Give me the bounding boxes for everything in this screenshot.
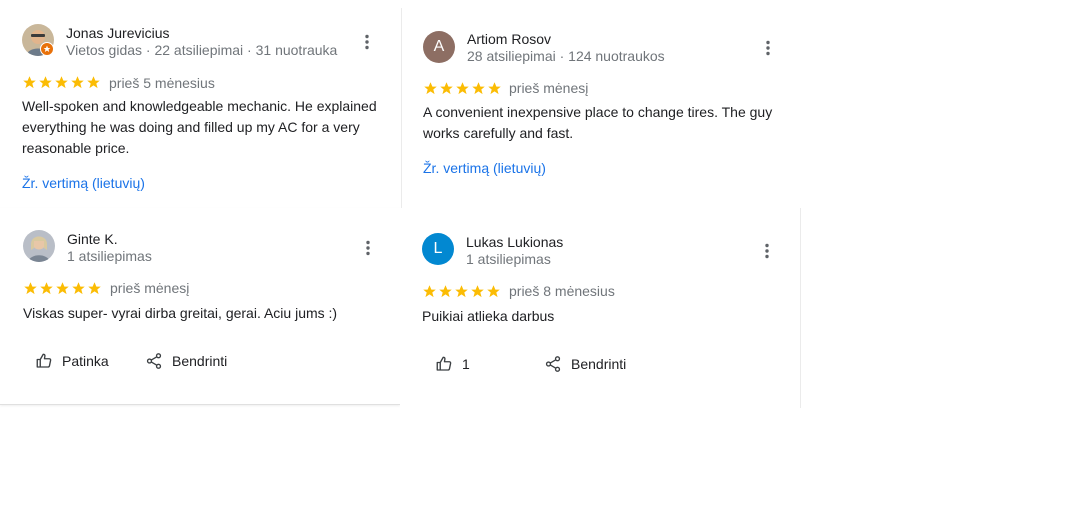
review-time: prieš 8 mėnesius — [509, 283, 615, 299]
review-text: Viskas super- vyrai dirba greitai, gerai… — [23, 305, 338, 321]
more-options-icon[interactable] — [757, 241, 777, 261]
star-rating — [23, 281, 102, 295]
star-icon — [23, 76, 36, 89]
review-card: A Artiom Rosov 28 atsiliepimai · 124 nuo… — [402, 14, 800, 214]
like-count: 1 — [462, 356, 470, 372]
star-rating — [422, 284, 501, 298]
share-icon — [146, 353, 162, 369]
review-text: A convenient inexpensive place to change… — [423, 104, 773, 141]
review-time: prieš 5 mėnesius — [109, 75, 215, 91]
more-options-icon[interactable] — [357, 32, 377, 52]
star-icon — [423, 285, 436, 298]
review-time: prieš mėnesį — [509, 80, 589, 96]
review-text: Well-spoken and knowledgeable mechanic. … — [22, 98, 377, 156]
reviewer-avatar[interactable] — [23, 230, 55, 262]
see-translation-link[interactable]: Žr. vertimą (lietuvių) — [22, 175, 145, 191]
reviewer-avatar[interactable]: L — [422, 233, 454, 265]
share-label: Bendrinti — [571, 356, 627, 372]
like-label: Patinka — [62, 353, 109, 369]
share-label: Bendrinti — [172, 353, 228, 369]
reviewer-name[interactable]: Lukas Lukionas — [466, 234, 563, 250]
reviewer-name[interactable]: Jonas Jurevicius — [66, 25, 170, 41]
review-card: Ginte K. 1 atsiliepimas prieš mėnesį Vis… — [0, 208, 400, 405]
share-button[interactable]: Bendrinti — [145, 352, 227, 370]
star-icon — [87, 76, 100, 89]
review-time: prieš mėnesį — [110, 280, 190, 296]
thumbs-up-icon — [436, 356, 452, 371]
reviewer-avatar[interactable]: A — [423, 31, 455, 63]
more-options-icon[interactable] — [758, 38, 778, 58]
star-icon — [72, 282, 85, 295]
reviewer-meta[interactable]: 28 atsiliepimai · 124 nuotraukos — [467, 48, 665, 64]
star-icon — [472, 82, 485, 95]
star-icon — [424, 82, 437, 95]
reviewer-meta[interactable]: Vietos gidas · 22 atsiliepimai · 31 nuot… — [66, 42, 337, 58]
reviewer-name[interactable]: Ginte K. — [67, 231, 118, 247]
thumbs-up-icon — [36, 353, 52, 368]
more-options-icon[interactable] — [358, 238, 378, 258]
star-icon — [488, 82, 501, 95]
local-guide-star-icon — [40, 42, 54, 56]
avatar-letter: L — [433, 240, 443, 257]
reviewer-name[interactable]: Artiom Rosov — [467, 31, 551, 47]
star-icon — [56, 282, 69, 295]
star-icon — [39, 76, 52, 89]
like-button[interactable]: Patinka — [35, 352, 109, 370]
star-icon — [439, 285, 452, 298]
reviewer-meta[interactable]: 1 atsiliepimas — [67, 248, 152, 264]
star-icon — [40, 282, 53, 295]
star-icon — [487, 285, 500, 298]
avatar-letter: A — [433, 38, 445, 55]
see-translation-link[interactable]: Žr. vertimą (lietuvių) — [423, 160, 546, 176]
star-icon — [71, 76, 84, 89]
star-rating — [423, 81, 502, 95]
star-rating — [22, 75, 101, 89]
share-button[interactable]: Bendrinti — [544, 355, 626, 373]
review-text: Puikiai atlieka darbus — [422, 308, 555, 324]
review-card: Jonas Jurevicius Vietos gidas · 22 atsil… — [0, 8, 402, 208]
star-icon — [24, 282, 37, 295]
star-icon — [88, 282, 101, 295]
star-icon — [55, 76, 68, 89]
star-icon — [456, 82, 469, 95]
share-icon — [545, 356, 561, 372]
review-card: L Lukas Lukionas 1 atsiliepimas prieš 8 … — [400, 208, 801, 408]
like-button[interactable]: 1 — [435, 355, 470, 373]
star-icon — [440, 82, 453, 95]
star-icon — [455, 285, 468, 298]
star-icon — [471, 285, 484, 298]
reviewer-meta[interactable]: 1 atsiliepimas — [466, 251, 551, 267]
